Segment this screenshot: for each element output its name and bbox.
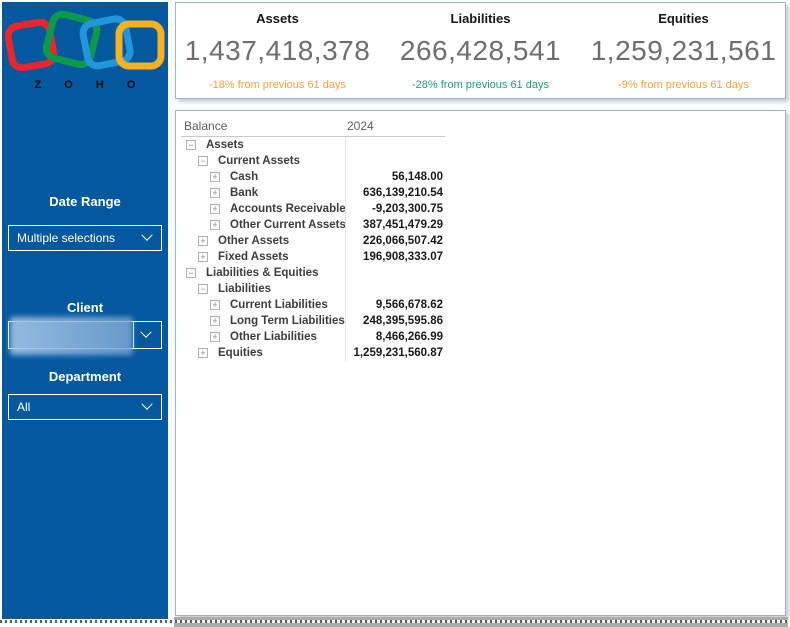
expand-icon[interactable]: +	[210, 172, 220, 182]
row-value: 56,148.00	[345, 169, 445, 185]
row-label: Cash	[230, 171, 259, 183]
balance-matrix: Balance 2024 − Assets − Current Assets + Cash…	[181, 115, 445, 361]
department-filter: Department All	[2, 369, 168, 420]
row-label: Current Liabilities	[230, 299, 328, 311]
chevron-down-icon	[141, 229, 153, 241]
kpi-title: Liabilities	[450, 11, 511, 26]
row-label: Liabilities	[218, 283, 272, 295]
kpi-card-assets: Assets 1,437,418,378 -18% from previous …	[176, 3, 379, 98]
kpi-title: Assets	[256, 11, 299, 26]
zoho-logo-squares	[4, 10, 165, 72]
matrix-row[interactable]: + Other Liabilities 8,466,266.99	[181, 329, 445, 345]
row-value: 1,259,231,560.87	[345, 345, 445, 361]
department-value: All	[17, 400, 31, 414]
row-label: Long Term Liabilities	[230, 315, 345, 327]
kpi-value: 1,437,418,378	[184, 35, 371, 66]
column-header-2024: 2024	[347, 118, 374, 133]
client-filter: Client	[2, 300, 168, 355]
matrix-row[interactable]: + Fixed Assets 196,908,333.07	[181, 249, 445, 265]
row-value: 226,066,507.42	[345, 233, 445, 249]
kpi-value: 1,259,231,561	[590, 35, 777, 66]
matrix-header: Balance 2024	[181, 115, 445, 137]
chevron-down-icon	[140, 326, 152, 338]
collapse-icon[interactable]: −	[186, 268, 196, 278]
kpi-value: 266,428,541	[399, 35, 562, 66]
zoho-logo-text: Z O H O	[34, 79, 146, 91]
matrix-row[interactable]: − Assets	[181, 137, 445, 153]
kpi-title: Equities	[658, 11, 709, 26]
row-label: Liabilities & Equities	[206, 267, 319, 279]
matrix-row[interactable]: − Liabilities & Equities	[181, 265, 445, 281]
kpi-delta: -9% from previous 61 days	[618, 79, 749, 91]
chevron-down-icon	[141, 398, 153, 410]
collapse-icon[interactable]: −	[186, 140, 196, 150]
row-value	[345, 281, 445, 297]
row-value: 248,395,595.86	[345, 313, 445, 329]
selection-marquee	[0, 620, 790, 623]
date-range-label: Date Range	[49, 194, 121, 209]
expand-icon[interactable]: +	[198, 252, 208, 262]
client-dropdown[interactable]	[8, 317, 162, 355]
expand-icon[interactable]: +	[210, 316, 220, 326]
client-label: Client	[66, 300, 104, 315]
department-label: Department	[48, 369, 122, 384]
row-label: Other Liabilities	[230, 331, 317, 343]
date-range-dropdown[interactable]: Multiple selections	[8, 225, 162, 251]
row-label: Assets	[206, 139, 244, 151]
row-value: 636,139,210.54	[345, 185, 445, 201]
row-value: 387,451,479.29	[345, 217, 445, 233]
expand-icon[interactable]: +	[210, 220, 220, 230]
kpi-delta: -18% from previous 61 days	[209, 79, 346, 91]
row-label: Equities	[218, 347, 263, 359]
matrix-row[interactable]: + Long Term Liabilities 248,395,595.86	[181, 313, 445, 329]
row-label: Current Assets	[218, 155, 301, 167]
collapse-icon[interactable]: −	[198, 284, 208, 294]
expand-icon[interactable]: +	[198, 348, 208, 358]
row-value	[345, 137, 445, 153]
row-label: Fixed Assets	[218, 251, 289, 263]
column-header-balance: Balance	[184, 118, 228, 133]
matrix-row[interactable]: + Current Liabilities 9,566,678.62	[181, 297, 445, 313]
matrix-row[interactable]: + Other Current Assets 387,451,479.29	[181, 217, 445, 233]
matrix-row[interactable]: + Other Assets 226,066,507.42	[181, 233, 445, 249]
expand-icon[interactable]: +	[198, 236, 208, 246]
expand-icon[interactable]: +	[210, 204, 220, 214]
row-label: Other Assets	[218, 235, 290, 247]
row-value: 196,908,333.07	[345, 249, 445, 265]
kpi-delta: -28% from previous 61 days	[412, 79, 549, 91]
sidebar: Z O H O Date Range Multiple selections C…	[2, 2, 168, 619]
matrix-row[interactable]: + Equities 1,259,231,560.87	[181, 345, 445, 361]
row-label: Other Current Assets	[230, 219, 345, 231]
department-dropdown[interactable]: All	[8, 394, 162, 420]
date-range-value: Multiple selections	[17, 231, 116, 245]
row-value: 8,466,266.99	[345, 329, 445, 345]
matrix-row[interactable]: + Bank 636,139,210.54	[181, 185, 445, 201]
zoho-logo: Z O H O	[2, 10, 168, 91]
matrix-body: − Assets − Current Assets + Cash 56,148.00 + Ban…	[181, 137, 445, 361]
kpi-card-liabilities: Liabilities 266,428,541 -28% from previo…	[379, 3, 582, 98]
date-range-filter: Date Range Multiple selections	[2, 194, 168, 251]
collapse-icon[interactable]: −	[198, 156, 208, 166]
matrix-row[interactable]: + Cash 56,148.00	[181, 169, 445, 185]
matrix-row[interactable]: − Liabilities	[181, 281, 445, 297]
row-label: Accounts Receivable	[230, 203, 345, 215]
expand-icon[interactable]: +	[210, 300, 220, 310]
matrix-row[interactable]: − Current Assets	[181, 153, 445, 169]
dashboard: Z O H O Date Range Multiple selections C…	[0, 0, 790, 627]
expand-icon[interactable]: +	[210, 332, 220, 342]
row-label: Bank	[230, 187, 259, 199]
kpi-panel: Assets 1,437,418,378 -18% from previous …	[175, 2, 786, 99]
row-value	[345, 153, 445, 169]
row-value	[345, 265, 445, 281]
kpi-card-equities: Equities 1,259,231,561 -9% from previous…	[582, 3, 785, 98]
redacted-value	[10, 317, 133, 355]
expand-icon[interactable]: +	[210, 188, 220, 198]
row-value: 9,566,678.62	[345, 297, 445, 313]
row-value: -9,203,300.75	[345, 201, 445, 217]
matrix-row[interactable]: + Accounts Receivable -9,203,300.75	[181, 201, 445, 217]
balance-matrix-panel: Balance 2024 − Assets − Current Assets + Cash…	[175, 110, 786, 616]
